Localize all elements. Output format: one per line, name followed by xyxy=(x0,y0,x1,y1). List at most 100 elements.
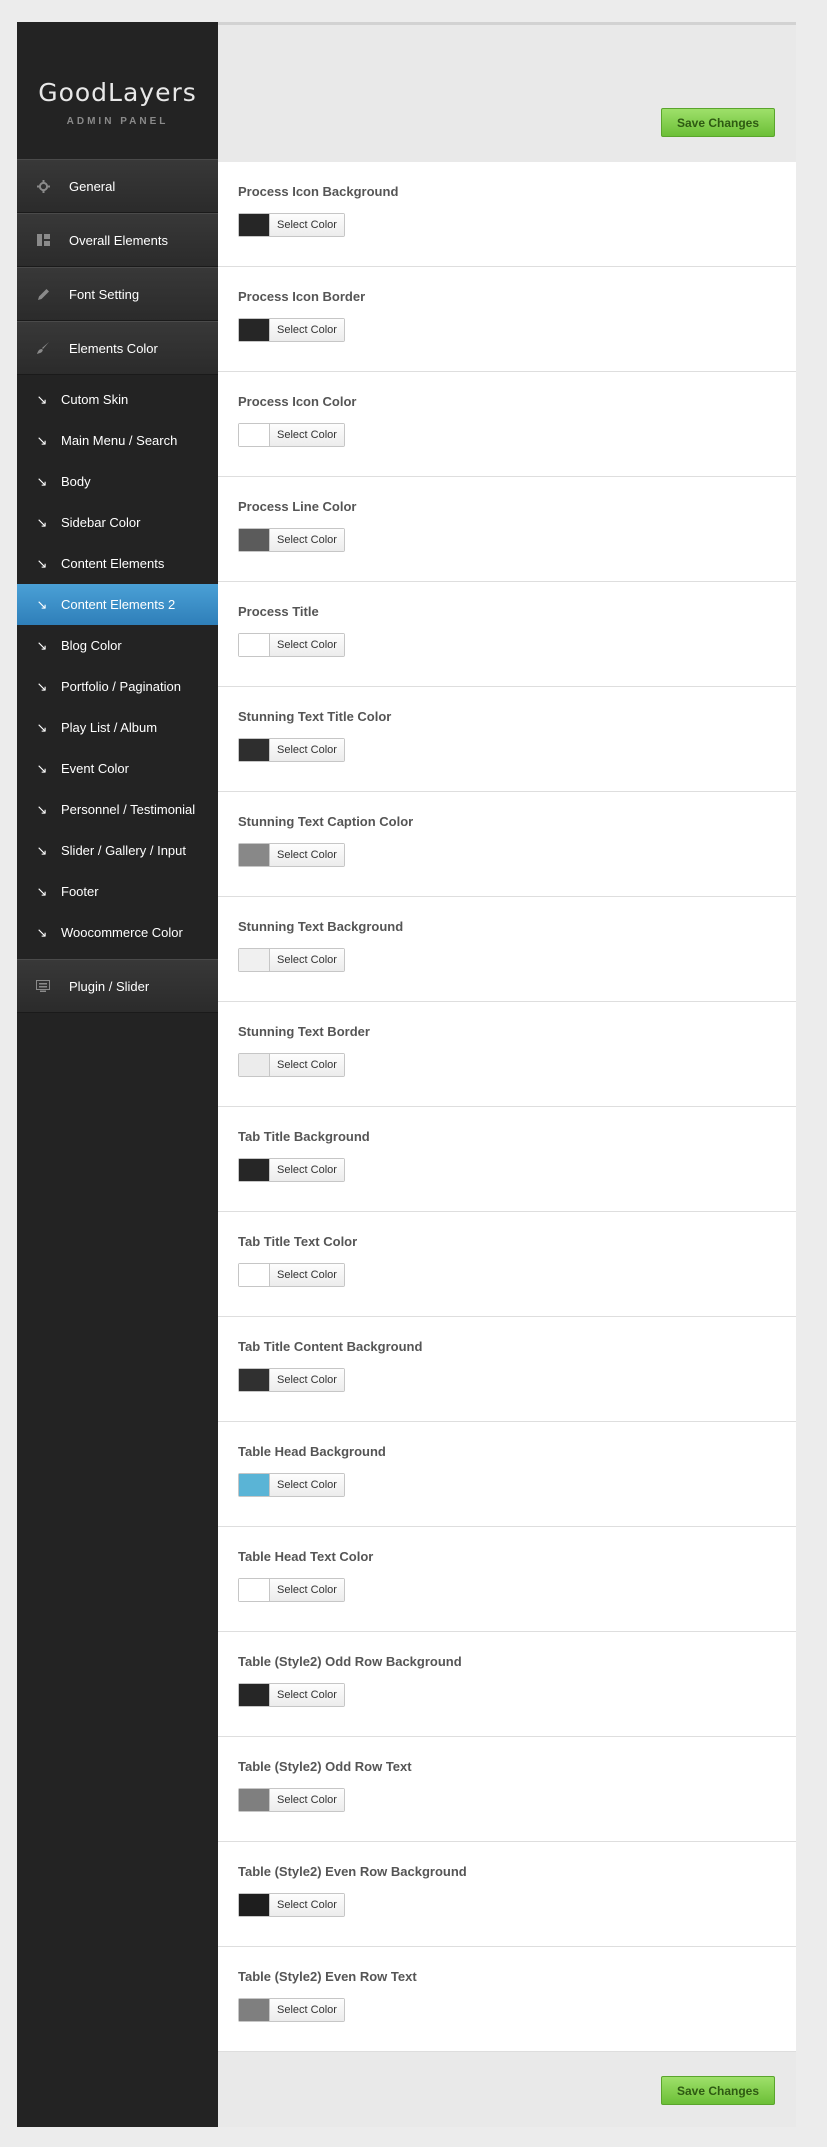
color-swatch[interactable] xyxy=(239,634,270,656)
color-option-row: Table Head Background Select Color xyxy=(218,1422,796,1527)
submenu-item[interactable]: ↘ Blog Color xyxy=(17,625,218,666)
color-picker[interactable]: Select Color xyxy=(238,1263,345,1287)
submenu-item[interactable]: ↘ Main Menu / Search xyxy=(17,420,218,461)
color-picker[interactable]: Select Color xyxy=(238,1893,345,1917)
color-swatch[interactable] xyxy=(239,1579,270,1601)
color-picker[interactable]: Select Color xyxy=(238,1683,345,1707)
color-option-row: Process Title Select Color xyxy=(218,582,796,687)
color-picker[interactable]: Select Color xyxy=(238,213,345,237)
color-option-row: Stunning Text Caption Color Select Color xyxy=(218,792,796,897)
arrow-down-right-icon: ↘ xyxy=(36,432,48,448)
menu-item-font-setting[interactable]: Font Setting xyxy=(17,267,218,321)
submenu-item[interactable]: ↘ Footer xyxy=(17,871,218,912)
arrow-down-right-icon: ↘ xyxy=(36,555,48,571)
select-color-button[interactable]: Select Color xyxy=(270,1684,344,1706)
menu-item-elements-color[interactable]: Elements Color xyxy=(17,321,218,375)
submenu-item-label: Portfolio / Pagination xyxy=(61,679,181,694)
color-picker[interactable]: Select Color xyxy=(238,738,345,762)
submenu-item[interactable]: ↘ Slider / Gallery / Input xyxy=(17,830,218,871)
save-changes-button-top[interactable]: Save Changes xyxy=(661,108,775,137)
color-option-label: Table (Style2) Odd Row Text xyxy=(238,1759,412,1774)
color-swatch[interactable] xyxy=(239,319,270,341)
menu-item-label: Elements Color xyxy=(69,340,158,356)
color-option-label: Table (Style2) Even Row Text xyxy=(238,1969,417,1984)
select-color-button[interactable]: Select Color xyxy=(270,529,344,551)
select-color-button[interactable]: Select Color xyxy=(270,214,344,236)
color-swatch[interactable] xyxy=(239,1474,270,1496)
color-swatch[interactable] xyxy=(239,949,270,971)
select-color-button[interactable]: Select Color xyxy=(270,1159,344,1181)
submenu-item[interactable]: ↘ Content Elements 2 xyxy=(17,584,218,625)
color-picker[interactable]: Select Color xyxy=(238,528,345,552)
color-swatch[interactable] xyxy=(239,424,270,446)
color-picker[interactable]: Select Color xyxy=(238,1053,345,1077)
submenu-item[interactable]: ↘ Play List / Album xyxy=(17,707,218,748)
color-swatch[interactable] xyxy=(239,844,270,866)
select-color-button[interactable]: Select Color xyxy=(270,739,344,761)
pencil-icon xyxy=(17,288,69,301)
select-color-button[interactable]: Select Color xyxy=(270,949,344,971)
color-swatch[interactable] xyxy=(239,1894,270,1916)
color-picker[interactable]: Select Color xyxy=(238,948,345,972)
arrow-down-right-icon: ↘ xyxy=(36,391,48,407)
menu-item-general[interactable]: General xyxy=(17,159,218,213)
color-picker[interactable]: Select Color xyxy=(238,318,345,342)
select-color-button[interactable]: Select Color xyxy=(270,1579,344,1601)
submenu-item[interactable]: ↘ Content Elements xyxy=(17,543,218,584)
logo-subtitle: ADMIN PANEL xyxy=(66,116,169,127)
color-option-row: Stunning Text Background Select Color xyxy=(218,897,796,1002)
color-option-label: Stunning Text Border xyxy=(238,1024,370,1039)
submenu-item[interactable]: ↘ Sidebar Color xyxy=(17,502,218,543)
color-swatch[interactable] xyxy=(239,1789,270,1811)
color-option-label: Process Icon Border xyxy=(238,289,366,304)
submenu-item[interactable]: ↘ Portfolio / Pagination xyxy=(17,666,218,707)
color-swatch[interactable] xyxy=(239,529,270,551)
color-swatch[interactable] xyxy=(239,1369,270,1391)
arrow-down-right-icon: ↘ xyxy=(36,924,48,940)
color-picker[interactable]: Select Color xyxy=(238,1158,345,1182)
select-color-button[interactable]: Select Color xyxy=(270,1474,344,1496)
menu-item-label: Font Setting xyxy=(69,286,140,302)
submenu-item[interactable]: ↘ Personnel / Testimonial xyxy=(17,789,218,830)
color-picker[interactable]: Select Color xyxy=(238,1368,345,1392)
select-color-button[interactable]: Select Color xyxy=(270,1369,344,1391)
select-color-button[interactable]: Select Color xyxy=(270,634,344,656)
submenu-item[interactable]: ↘ Woocommerce Color xyxy=(17,912,218,953)
submenu-item[interactable]: ↘ Event Color xyxy=(17,748,218,789)
color-swatch[interactable] xyxy=(239,739,270,761)
color-picker[interactable]: Select Color xyxy=(238,1788,345,1812)
select-color-button[interactable]: Select Color xyxy=(270,1894,344,1916)
sidebar: GoodLayers ADMIN PANEL General Overall E… xyxy=(17,22,218,2127)
submenu-elements-color: ↘ Cutom Skin ↘ Main Menu / Search ↘ Body ↘ Side… xyxy=(17,375,218,959)
color-picker[interactable]: Select Color xyxy=(238,1473,345,1497)
save-changes-button-bottom[interactable]: Save Changes xyxy=(661,2076,775,2105)
select-color-button[interactable]: Select Color xyxy=(270,319,344,341)
color-picker[interactable]: Select Color xyxy=(238,1998,345,2022)
color-swatch[interactable] xyxy=(239,1159,270,1181)
select-color-button[interactable]: Select Color xyxy=(270,1054,344,1076)
color-option-row: Table (Style2) Odd Row Background Select … xyxy=(218,1632,796,1737)
bottom-toolbar: Save Changes xyxy=(218,2052,796,2121)
menu-item-plugin-slider[interactable]: Plugin / Slider xyxy=(17,959,218,1013)
select-color-button[interactable]: Select Color xyxy=(270,1264,344,1286)
color-picker[interactable]: Select Color xyxy=(238,633,345,657)
color-swatch[interactable] xyxy=(239,214,270,236)
select-color-button[interactable]: Select Color xyxy=(270,424,344,446)
select-color-button[interactable]: Select Color xyxy=(270,1789,344,1811)
color-swatch[interactable] xyxy=(239,1264,270,1286)
submenu-item[interactable]: ↘ Cutom Skin xyxy=(17,379,218,420)
submenu-item[interactable]: ↘ Body xyxy=(17,461,218,502)
color-picker[interactable]: Select Color xyxy=(238,1578,345,1602)
select-color-button[interactable]: Select Color xyxy=(270,844,344,866)
submenu-item-label: Play List / Album xyxy=(61,720,158,735)
color-picker[interactable]: Select Color xyxy=(238,423,345,447)
color-swatch[interactable] xyxy=(239,1999,270,2021)
menu-item-overall-elements[interactable]: Overall Elements xyxy=(17,213,218,267)
arrow-down-right-icon: ↘ xyxy=(36,719,48,735)
color-option-label: Process Icon Background xyxy=(238,184,399,199)
color-swatch[interactable] xyxy=(239,1054,270,1076)
color-picker[interactable]: Select Color xyxy=(238,843,345,867)
select-color-button[interactable]: Select Color xyxy=(270,1999,344,2021)
color-swatch[interactable] xyxy=(239,1684,270,1706)
menu-item-label: General xyxy=(69,178,116,194)
